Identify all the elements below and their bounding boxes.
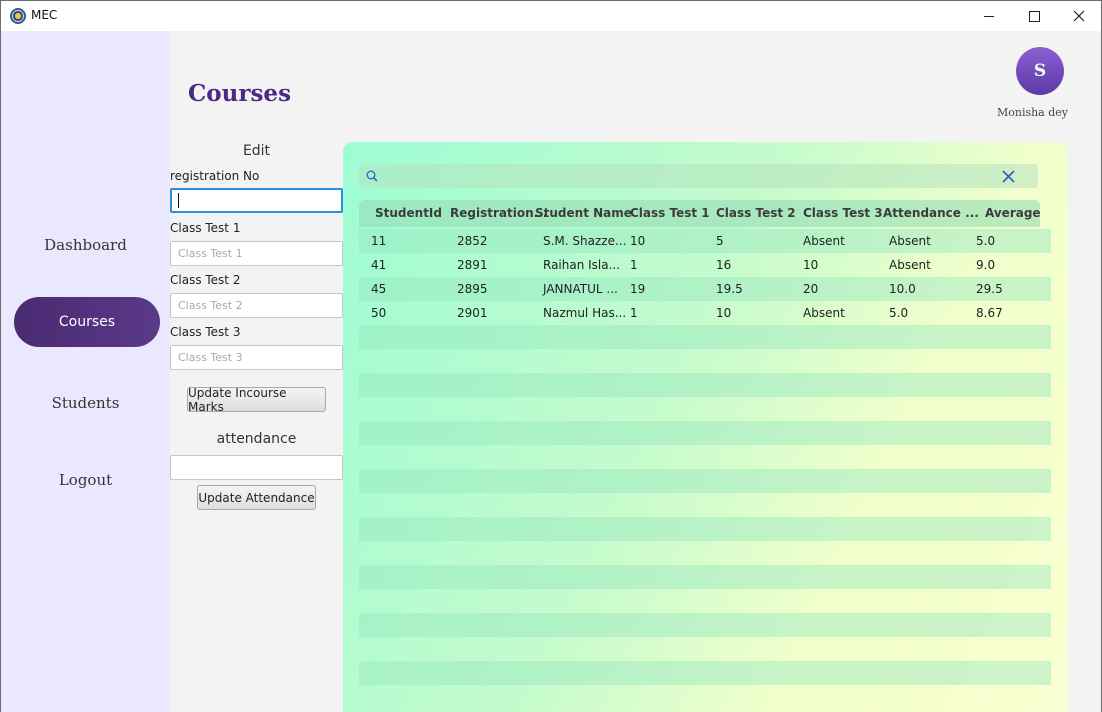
table-row-empty bbox=[359, 493, 1051, 517]
registration-label: registration No bbox=[170, 169, 260, 183]
table-cell-studentid: 41 bbox=[371, 258, 387, 272]
table-row-empty bbox=[359, 421, 1051, 445]
table-cell-attendance: 10.0 bbox=[889, 282, 916, 296]
avatar[interactable]: S bbox=[1016, 47, 1064, 95]
table-cell-registration: 2895 bbox=[457, 282, 488, 296]
table-cell-class-test-3: 20 bbox=[803, 282, 819, 296]
table-cell-class-test-3: 10 bbox=[803, 258, 819, 272]
table-row-empty bbox=[359, 565, 1051, 589]
sidebar-item-dashboard[interactable]: Dashboard bbox=[1, 236, 170, 254]
search-icon[interactable] bbox=[366, 170, 378, 182]
table-cell-class-test-1: 19 bbox=[630, 282, 646, 296]
text-caret bbox=[178, 193, 179, 208]
table-row-empty bbox=[359, 469, 1051, 493]
table-cell-class-test-2: 10 bbox=[716, 306, 732, 320]
table-cell-attendance: 5.0 bbox=[889, 306, 909, 320]
table-row-empty bbox=[359, 589, 1051, 613]
class-test-1-input[interactable] bbox=[170, 241, 343, 266]
class-test-1-label: Class Test 1 bbox=[170, 221, 241, 235]
table-row-empty bbox=[359, 325, 1051, 349]
sidebar-item-courses[interactable]: Courses bbox=[14, 297, 160, 347]
table-cell-registration: 2901 bbox=[457, 306, 488, 320]
table-cell-average: 29.5 bbox=[976, 282, 1003, 296]
table-row-empty bbox=[359, 613, 1051, 637]
update-attendance-button[interactable]: Update Attendance bbox=[197, 485, 316, 510]
clear-search-icon[interactable] bbox=[1001, 169, 1016, 184]
table-cell-class-test-2: 5 bbox=[716, 234, 724, 248]
column-header-class-test-1[interactable]: Class Test 1 bbox=[630, 206, 710, 220]
title-bar: MEC bbox=[0, 0, 1102, 31]
table-row-empty bbox=[359, 541, 1051, 565]
table-cell-registration: 2852 bbox=[457, 234, 488, 248]
table-cell-attendance: Absent bbox=[889, 234, 931, 248]
table-cell-class-test-2: 19.5 bbox=[716, 282, 743, 296]
table-row-empty bbox=[359, 661, 1051, 685]
table-cell-student-name: S.M. Shazze... bbox=[543, 234, 627, 248]
class-test-2-input[interactable] bbox=[170, 293, 343, 318]
edit-heading: Edit bbox=[242, 143, 271, 159]
column-header-attendance[interactable]: Attendance ... bbox=[883, 206, 979, 220]
table-cell-registration: 2891 bbox=[457, 258, 488, 272]
table-row-empty bbox=[359, 445, 1051, 469]
table-row-empty bbox=[359, 517, 1051, 541]
user-name: Monisha dey bbox=[996, 106, 1069, 119]
table-cell-average: 5.0 bbox=[976, 234, 996, 248]
column-header-class-test-3[interactable]: Class Test 3 bbox=[803, 206, 883, 220]
table-cell-class-test-1: 1 bbox=[630, 258, 638, 272]
update-incourse-marks-button[interactable]: Update Incourse Marks bbox=[187, 386, 326, 414]
table-cell-average: 8.67 bbox=[976, 306, 1003, 320]
minimize-button[interactable] bbox=[966, 1, 1012, 31]
table-cell-studentid: 11 bbox=[371, 234, 387, 248]
attendance-heading: attendance bbox=[216, 431, 297, 447]
close-window-button[interactable] bbox=[1056, 1, 1102, 31]
table-row-empty bbox=[359, 373, 1051, 397]
table-row-empty bbox=[359, 349, 1051, 373]
table-row-empty bbox=[359, 397, 1051, 421]
table-cell-student-name: Nazmul Has... bbox=[543, 306, 627, 320]
column-header-studentid[interactable]: StudentId bbox=[375, 206, 442, 220]
attendance-input[interactable] bbox=[170, 455, 343, 480]
sidebar: Dashboard Courses Students Logout bbox=[1, 31, 170, 712]
table-cell-average: 9.0 bbox=[976, 258, 996, 272]
table-cell-student-name: JANNATUL ... bbox=[543, 282, 618, 296]
table-cell-studentid: 50 bbox=[371, 306, 387, 320]
table-cell-studentid: 45 bbox=[371, 282, 387, 296]
app-logo-icon bbox=[10, 8, 26, 24]
search-input[interactable] bbox=[359, 164, 1038, 188]
class-test-3-label: Class Test 3 bbox=[170, 325, 241, 339]
sidebar-item-students[interactable]: Students bbox=[1, 394, 170, 412]
table-cell-attendance: Absent bbox=[889, 258, 931, 272]
column-header-registration[interactable]: Registration... bbox=[450, 206, 547, 220]
table-cell-class-test-1: 10 bbox=[630, 234, 646, 248]
column-header-student-name[interactable]: Student Name bbox=[535, 206, 632, 220]
class-test-2-label: Class Test 2 bbox=[170, 273, 241, 287]
column-header-class-test-2[interactable]: Class Test 2 bbox=[716, 206, 796, 220]
table-cell-class-test-2: 16 bbox=[716, 258, 732, 272]
sidebar-item-logout[interactable]: Logout bbox=[1, 471, 170, 489]
page-title: Courses bbox=[188, 80, 292, 107]
registration-input[interactable] bbox=[170, 188, 343, 213]
class-test-3-input[interactable] bbox=[170, 345, 343, 370]
window-title: MEC bbox=[31, 8, 58, 22]
maximize-button[interactable] bbox=[1011, 1, 1057, 31]
table-cell-class-test-3: Absent bbox=[803, 306, 845, 320]
table-cell-class-test-1: 1 bbox=[630, 306, 638, 320]
table-row-empty bbox=[359, 637, 1051, 661]
table-cell-class-test-3: Absent bbox=[803, 234, 845, 248]
close-icon bbox=[1073, 10, 1085, 22]
table-cell-student-name: Raihan Isla... bbox=[543, 258, 621, 272]
column-header-average[interactable]: Average bbox=[985, 206, 1041, 220]
